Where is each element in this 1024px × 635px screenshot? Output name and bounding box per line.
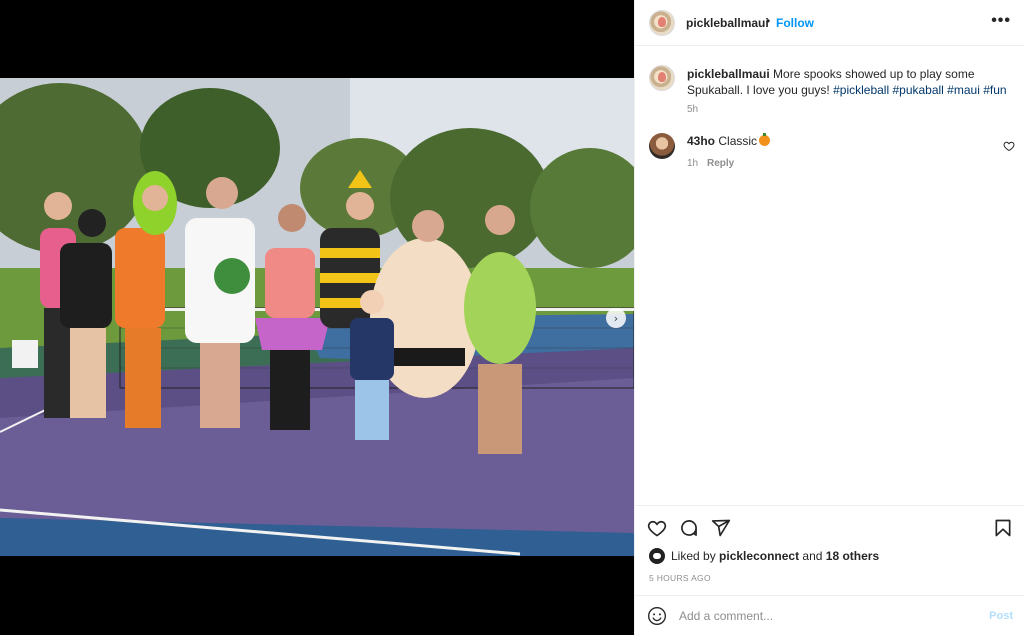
comment-input[interactable]: [679, 607, 969, 625]
comment-text: Classic: [718, 134, 758, 148]
caption-time: 5h: [687, 104, 699, 115]
instagram-post-modal: › pickleballmaui • Follow ••• pickleball…: [0, 0, 1024, 635]
comment-time: 1h: [687, 158, 699, 169]
post-header: pickleballmaui • Follow •••: [635, 0, 1024, 46]
post-photo[interactable]: [0, 78, 634, 556]
post-timestamp: 5 HOURS AGO: [649, 573, 711, 583]
commenter-username[interactable]: 43ho: [687, 134, 715, 148]
likes-prefix: Liked by: [671, 549, 716, 563]
more-icon[interactable]: •••: [991, 12, 1011, 30]
heart-icon[interactable]: [647, 518, 667, 538]
likes-others-link[interactable]: 18 others: [826, 549, 879, 563]
media-viewer: ›: [0, 0, 634, 635]
post-comment-button[interactable]: Post: [989, 610, 1013, 622]
likes-conjunction: and: [802, 549, 823, 563]
share-icon[interactable]: [711, 518, 731, 538]
comment-like-heart-icon[interactable]: [1003, 140, 1015, 152]
commenter-avatar[interactable]: [649, 133, 675, 159]
next-arrow-icon[interactable]: ›: [606, 308, 626, 328]
reply-button[interactable]: Reply: [707, 158, 734, 169]
likes-summary: Liked by pickleconnect and 18 others: [649, 548, 879, 564]
caption-hashtags[interactable]: #pickleball #pukaball #maui #fun: [833, 83, 1006, 97]
add-comment-bar: Post: [635, 595, 1024, 635]
pumpkin-emoji-icon: [759, 133, 771, 146]
author-avatar[interactable]: [649, 10, 675, 36]
comments-section: pickleballmaui More spooks showed up to …: [635, 47, 1024, 505]
comment-icon[interactable]: [679, 518, 699, 538]
liker-username[interactable]: pickleconnect: [719, 549, 799, 563]
photo-illustration: [0, 78, 634, 556]
author-username[interactable]: pickleballmaui: [686, 16, 769, 30]
post-side-panel: pickleballmaui • Follow ••• pickleballma…: [634, 0, 1024, 635]
action-bar: [635, 505, 1024, 545]
bookmark-icon[interactable]: [993, 518, 1013, 538]
caption-author-avatar[interactable]: [649, 65, 675, 91]
post-caption: pickleballmaui More spooks showed up to …: [687, 66, 1017, 98]
follow-button[interactable]: Follow: [776, 16, 814, 30]
emoji-icon[interactable]: [647, 606, 667, 626]
comment-item: 43ho Classic: [687, 133, 771, 148]
caption-author-username[interactable]: pickleballmaui: [687, 67, 770, 81]
header-separator: •: [766, 14, 771, 28]
liker-avatar[interactable]: [649, 548, 665, 564]
